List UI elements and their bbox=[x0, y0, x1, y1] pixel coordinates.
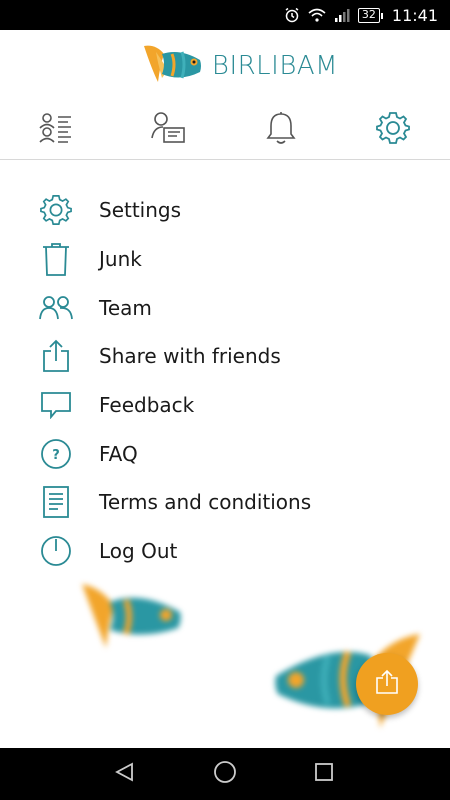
contact-list-icon bbox=[39, 111, 73, 149]
speech-bubble-icon bbox=[38, 387, 74, 423]
menu-item-label: Settings bbox=[99, 198, 182, 222]
status-time: 11:41 bbox=[391, 5, 438, 25]
recents-icon bbox=[314, 762, 334, 786]
app-header: BIRLIBAM bbox=[0, 30, 450, 102]
menu-item-faq[interactable]: ? FAQ bbox=[0, 430, 450, 478]
home-button[interactable] bbox=[211, 760, 239, 788]
share-fab-button[interactable] bbox=[356, 653, 418, 715]
trash-icon bbox=[38, 241, 74, 277]
share-icon bbox=[38, 338, 74, 374]
question-icon: ? bbox=[38, 436, 74, 472]
menu-item-share[interactable]: Share with friends bbox=[0, 332, 450, 380]
menu-item-team[interactable]: Team bbox=[0, 284, 450, 332]
menu-item-settings[interactable]: Settings bbox=[0, 186, 450, 234]
menu-item-label: Share with friends bbox=[99, 344, 281, 368]
bell-icon bbox=[266, 111, 296, 149]
menu-item-terms[interactable]: Terms and conditions bbox=[0, 478, 450, 526]
document-icon bbox=[38, 484, 74, 520]
menu-item-junk[interactable]: Junk bbox=[0, 235, 450, 283]
tab-notifications[interactable] bbox=[261, 110, 301, 150]
brand-name: BIRLIBAM bbox=[211, 51, 339, 81]
menu-item-logout[interactable]: Log Out bbox=[0, 527, 450, 575]
recents-button[interactable] bbox=[310, 760, 338, 788]
menu-item-label: Terms and conditions bbox=[99, 490, 312, 514]
menu-item-feedback[interactable]: Feedback bbox=[0, 381, 450, 429]
menu-item-label: Log Out bbox=[99, 539, 178, 563]
tab-contacts[interactable] bbox=[36, 110, 76, 150]
gear-icon bbox=[376, 111, 410, 149]
menu-item-label: Feedback bbox=[99, 393, 195, 417]
menu-item-label: FAQ bbox=[99, 442, 138, 466]
back-button[interactable] bbox=[111, 760, 139, 788]
tab-bar bbox=[0, 102, 450, 160]
status-bar: 32 11:41 bbox=[0, 0, 450, 30]
profile-card-icon bbox=[150, 110, 186, 150]
system-nav-bar bbox=[0, 748, 450, 800]
battery-icon: 32 bbox=[357, 7, 383, 23]
menu-item-label: Team bbox=[99, 296, 152, 320]
svg-text:?: ? bbox=[52, 448, 60, 463]
fish-logo-icon bbox=[142, 42, 204, 90]
alarm-icon bbox=[284, 7, 300, 23]
team-icon bbox=[38, 290, 74, 326]
brand: BIRLIBAM bbox=[142, 42, 338, 90]
signal-icon bbox=[334, 8, 350, 22]
power-icon bbox=[38, 533, 74, 569]
share-icon bbox=[375, 669, 399, 699]
decorative-fish-icon bbox=[80, 582, 184, 656]
tab-settings[interactable] bbox=[373, 110, 413, 150]
back-icon bbox=[114, 761, 136, 787]
home-icon bbox=[213, 760, 237, 788]
menu-item-label: Junk bbox=[99, 247, 142, 271]
gear-icon bbox=[38, 192, 74, 228]
wifi-icon bbox=[308, 8, 326, 22]
tab-profile[interactable] bbox=[148, 110, 188, 150]
